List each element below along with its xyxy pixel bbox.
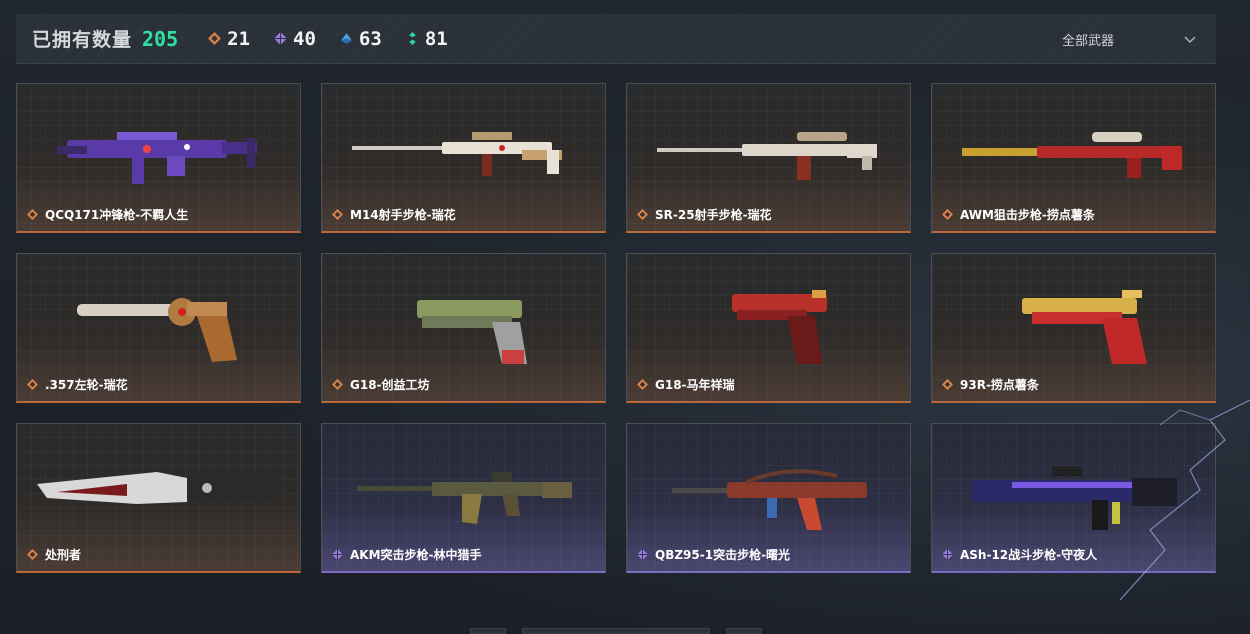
weapon-card[interactable]: G18-创益工坊 bbox=[321, 253, 606, 403]
purple-gem-icon bbox=[332, 549, 343, 560]
rarity-count: 63 bbox=[358, 27, 382, 50]
weapon-image bbox=[37, 472, 282, 504]
orange-gem-icon bbox=[27, 209, 38, 220]
weapon-name: ASh-12战斗步枪-守夜人 bbox=[942, 546, 1097, 563]
weapon-name-label: AKM突击步枪-林中猎手 bbox=[350, 548, 482, 562]
weapon-card[interactable]: G18-马年祥瑞 bbox=[626, 253, 911, 403]
orange-gem-icon bbox=[942, 209, 953, 220]
weapon-card[interactable]: 处刑者 bbox=[16, 423, 301, 573]
weapon-name: AKM突击步枪-林中猎手 bbox=[332, 546, 482, 563]
purple-gem-icon bbox=[274, 32, 288, 45]
weapon-name: QBZ95-1突击步枪-曙光 bbox=[637, 546, 790, 563]
weapon-name: G18-创益工坊 bbox=[332, 376, 430, 393]
weapon-name: M14射手步枪-瑞花 bbox=[332, 206, 456, 223]
orange-gem-icon bbox=[332, 379, 343, 390]
orange-gem-icon bbox=[637, 379, 648, 390]
orange-gem-icon bbox=[27, 549, 38, 560]
weapon-name: 处刑者 bbox=[27, 546, 81, 563]
chevron-down-icon bbox=[1184, 36, 1196, 44]
blue-gem-icon bbox=[341, 33, 352, 44]
weapon-image bbox=[1022, 290, 1147, 364]
weapon-image bbox=[962, 132, 1182, 178]
weapon-image bbox=[352, 132, 562, 176]
rarity-count-blue: 63 bbox=[340, 28, 382, 50]
owned-label: 已拥有数量 bbox=[32, 29, 133, 51]
weapon-name-label: 处刑者 bbox=[45, 548, 82, 562]
inventory-header: 已拥有数量 205 21 40 63 81 全部武器 bbox=[16, 14, 1216, 64]
weapon-name-label: AWM狙击步枪-捞点薯条 bbox=[960, 208, 1095, 222]
rarity-count-green: 81 bbox=[406, 28, 448, 50]
weapon-name: G18-马年祥瑞 bbox=[637, 376, 735, 393]
weapon-name-label: QBZ95-1突击步枪-曙光 bbox=[655, 548, 791, 562]
weapon-image bbox=[57, 132, 257, 184]
weapon-name-label: 93R-捞点薯条 bbox=[960, 378, 1039, 392]
weapon-card[interactable]: QCQ171冲锋枪-不羁人生 bbox=[16, 83, 301, 233]
purple-gem-icon bbox=[942, 549, 953, 560]
weapon-card[interactable]: AKM突击步枪-林中猎手 bbox=[321, 423, 606, 573]
pager-next-button[interactable] bbox=[726, 628, 762, 634]
weapon-name-label: .357左轮-瑞花 bbox=[45, 378, 128, 392]
orange-gem-icon bbox=[637, 209, 648, 220]
weapon-name-label: M14射手步枪-瑞花 bbox=[350, 208, 456, 222]
filter-label: 全部武器 bbox=[1062, 33, 1115, 49]
weapon-filter-dropdown[interactable]: 全部武器 bbox=[1062, 14, 1202, 64]
owned-count: 205 bbox=[142, 26, 179, 51]
purple-gem-icon bbox=[637, 549, 648, 560]
orange-gem-icon bbox=[332, 209, 343, 220]
weapon-image bbox=[417, 300, 527, 364]
orange-gem-icon bbox=[208, 32, 222, 45]
rarity-count-purple: 40 bbox=[274, 28, 316, 50]
weapon-image bbox=[972, 466, 1177, 530]
pager-prev-button[interactable] bbox=[470, 628, 506, 634]
rarity-count: 81 bbox=[424, 27, 448, 50]
weapon-image bbox=[77, 298, 237, 362]
weapon-name-label: ASh-12战斗步枪-守夜人 bbox=[960, 548, 1098, 562]
weapon-card[interactable]: QBZ95-1突击步枪-曙光 bbox=[626, 423, 911, 573]
weapon-card[interactable]: M14射手步枪-瑞花 bbox=[321, 83, 606, 233]
weapon-name-label: QCQ171冲锋枪-不羁人生 bbox=[45, 208, 189, 222]
pager-indicator bbox=[522, 628, 710, 634]
weapon-card[interactable]: SR-25射手步枪-瑞花 bbox=[626, 83, 911, 233]
weapon-name: SR-25射手步枪-瑞花 bbox=[637, 206, 772, 223]
orange-gem-icon bbox=[27, 379, 38, 390]
weapon-name: .357左轮-瑞花 bbox=[27, 376, 128, 393]
weapon-name: 93R-捞点薯条 bbox=[942, 376, 1039, 393]
weapon-name-label: G18-创益工坊 bbox=[350, 378, 430, 392]
weapon-name-label: G18-马年祥瑞 bbox=[655, 378, 735, 392]
weapon-image bbox=[657, 132, 877, 180]
weapon-image bbox=[672, 469, 867, 530]
orange-gem-icon bbox=[942, 379, 953, 390]
weapon-card[interactable]: ASh-12战斗步枪-守夜人 bbox=[931, 423, 1216, 573]
weapon-image bbox=[357, 472, 572, 524]
rarity-count: 21 bbox=[227, 27, 251, 50]
weapon-name: QCQ171冲锋枪-不羁人生 bbox=[27, 206, 188, 223]
weapon-name: AWM狙击步枪-捞点薯条 bbox=[942, 206, 1095, 223]
rarity-count: 40 bbox=[293, 27, 316, 50]
weapon-card[interactable]: .357左轮-瑞花 bbox=[16, 253, 301, 403]
green-gem-icon bbox=[409, 32, 416, 45]
weapon-card[interactable]: 93R-捞点薯条 bbox=[931, 253, 1216, 403]
weapon-card[interactable]: AWM狙击步枪-捞点薯条 bbox=[931, 83, 1216, 233]
weapon-name-label: SR-25射手步枪-瑞花 bbox=[655, 208, 772, 222]
weapon-image bbox=[732, 290, 827, 364]
rarity-count-orange: 21 bbox=[208, 28, 250, 50]
